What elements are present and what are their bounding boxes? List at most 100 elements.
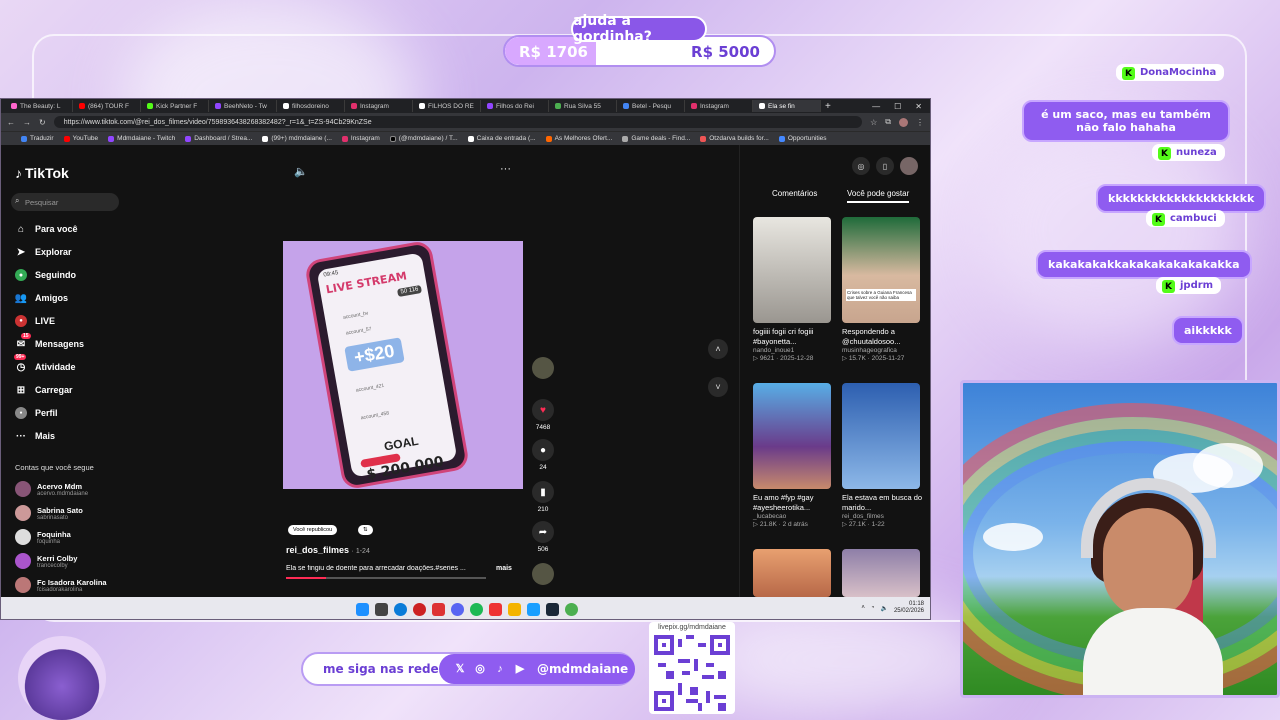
- bookmark-item[interactable]: Traduzir: [21, 135, 54, 142]
- bookmark-item[interactable]: Otzdarva builds for...: [700, 135, 769, 142]
- like-button[interactable]: ♥ 7468: [530, 399, 556, 431]
- cat-mascot-logo: [18, 636, 106, 720]
- bookmark-item[interactable]: YouTube: [63, 135, 98, 142]
- suggestion-thumbnail[interactable]: Crises sobre a Guiana Francesa que talve…: [842, 217, 920, 323]
- tab-you-may-like[interactable]: Você pode gostar: [847, 189, 910, 203]
- back-icon[interactable]: ←: [7, 118, 15, 127]
- comment-button[interactable]: ● 24: [530, 439, 556, 471]
- new-tab-icon[interactable]: +: [825, 101, 831, 112]
- minimize-icon[interactable]: —: [872, 102, 880, 111]
- chrome-icon[interactable]: [564, 602, 578, 616]
- repost-icon[interactable]: ⇅: [358, 525, 373, 535]
- music-disc[interactable]: [530, 563, 556, 588]
- close-icon[interactable]: ✕: [915, 102, 922, 111]
- video-player[interactable]: 09:45 LIVE STREAM 50 116 account_bv acco…: [283, 241, 523, 489]
- bookmark-item[interactable]: Instagram: [341, 135, 380, 142]
- maximize-icon[interactable]: ☐: [894, 102, 901, 111]
- volume-icon[interactable]: 🔈: [294, 165, 308, 178]
- creator-avatar[interactable]: [530, 357, 556, 382]
- browser-tab[interactable]: Instagram: [345, 100, 413, 112]
- save-button[interactable]: ▮ 210: [530, 481, 556, 513]
- windows-start-icon[interactable]: [355, 602, 369, 616]
- browser-tab[interactable]: Instagram: [685, 100, 753, 112]
- next-video-button[interactable]: ˅: [708, 377, 728, 397]
- suggestion-thumbnail[interactable]: [753, 217, 831, 323]
- edge-icon[interactable]: [393, 602, 407, 616]
- steam-icon[interactable]: [545, 602, 559, 616]
- bookmark-item[interactable]: (@mdmdaiane) / T...: [389, 135, 458, 142]
- forward-icon[interactable]: →: [23, 118, 31, 127]
- video-author[interactable]: rei_dos_filmes · 1-24: [286, 545, 370, 555]
- browser-tab[interactable]: Filhos do Rei: [481, 100, 549, 112]
- browser-tab[interactable]: Kick Partner F: [141, 100, 209, 112]
- bookmark-item[interactable]: Caixa de entrada (...: [467, 135, 536, 142]
- suggestion-card[interactable]: Ela estava em busca do marido... rei_dos_…: [842, 493, 924, 529]
- suggestion-thumbnail[interactable]: [753, 549, 831, 597]
- device-icon[interactable]: ▯: [876, 157, 894, 175]
- app-icon[interactable]: [431, 602, 445, 616]
- bookmark-item[interactable]: Opportunities: [778, 135, 827, 142]
- bookmark-item[interactable]: Dashboard / Strea...: [185, 135, 252, 142]
- more-options-icon[interactable]: ···: [500, 163, 511, 175]
- bookmark-item[interactable]: Game deals - Find...: [622, 135, 690, 142]
- store-icon[interactable]: [526, 602, 540, 616]
- browser-tab[interactable]: BeehNeto - Tw: [209, 100, 277, 112]
- tray-chevron-icon[interactable]: ˄: [861, 605, 865, 611]
- volume-icon[interactable]: 🔈: [880, 605, 887, 612]
- nav-activity[interactable]: ◷ 99+ Atividade: [14, 354, 125, 373]
- bookmark-item[interactable]: (99+) mdmdaiane (...: [262, 135, 332, 142]
- nav-explore[interactable]: ➤ Explorar: [15, 246, 125, 258]
- clock[interactable]: 01:18 25/02/2026: [894, 601, 924, 615]
- suggestion-thumbnail[interactable]: [753, 383, 831, 489]
- discord-icon[interactable]: [450, 602, 464, 616]
- nav-messages[interactable]: ✉ 15 Mensagens: [15, 333, 125, 350]
- nav-upload[interactable]: ⊞ Carregar: [15, 384, 125, 396]
- browser-tab[interactable]: FILHOS DO RE: [413, 100, 481, 112]
- browser-tab-active[interactable]: Ela se fin: [753, 100, 821, 112]
- bookmark-item[interactable]: Mdmdaiane - Twitch: [108, 135, 175, 142]
- extensions-icon[interactable]: ⧉: [885, 117, 891, 127]
- browser-tab[interactable]: Rua Silva 55: [549, 100, 617, 112]
- more-caption-link[interactable]: mais: [496, 565, 512, 572]
- video-progress-bar[interactable]: [286, 577, 486, 579]
- suggestion-card[interactable]: Respondendo a @chuutaldosoo... musinhageo…: [842, 327, 924, 363]
- suggestion-thumbnail[interactable]: [842, 549, 920, 597]
- profile-avatar[interactable]: [900, 157, 918, 175]
- app-icon[interactable]: [488, 602, 502, 616]
- folder-icon[interactable]: [507, 602, 521, 616]
- tab-comments[interactable]: Comentários: [772, 189, 817, 198]
- search-input[interactable]: ⌕ Pesquisar: [11, 193, 119, 211]
- suggestion-card[interactable]: fogiiii fogii cri fogiii #bayonetta... na…: [753, 327, 835, 363]
- reload-icon[interactable]: ↻: [39, 118, 46, 127]
- nav-profile[interactable]: ● Perfil: [15, 407, 125, 419]
- browser-tab[interactable]: The Beauty: L: [5, 100, 73, 112]
- star-icon[interactable]: ☆: [870, 118, 877, 127]
- obs-icon[interactable]: [412, 602, 426, 616]
- spotify-icon[interactable]: [469, 602, 483, 616]
- following-item[interactable]: Acervo Mdm acervo.mdmdaiane: [15, 481, 125, 497]
- browser-tab[interactable]: Betel - Pesqu: [617, 100, 685, 112]
- nav-friends[interactable]: 👥 Amigos: [15, 292, 125, 304]
- share-button[interactable]: ➦ 506: [530, 521, 556, 553]
- browser-tab[interactable]: (864) TOUR F: [73, 100, 141, 112]
- profile-avatar[interactable]: [899, 117, 908, 127]
- following-item[interactable]: Foquinha foquinha: [15, 529, 125, 545]
- nav-for-you[interactable]: ⌂ Para você: [15, 223, 125, 235]
- tiktok-logo[interactable]: ♪ TikTok: [15, 165, 69, 181]
- nav-live[interactable]: ● LIVE: [15, 315, 125, 327]
- url-field[interactable]: https://www.tiktok.com/@rei_dos_filmes/v…: [53, 116, 863, 128]
- nav-more[interactable]: ··· Mais: [15, 430, 125, 442]
- browser-tab[interactable]: filhosdoreino: [277, 100, 345, 112]
- following-item[interactable]: Kerri Colby trancecolby: [15, 553, 125, 569]
- settings-icon[interactable]: ◎: [852, 157, 870, 175]
- bookmark-item[interactable]: As Melhores Ofert...: [545, 135, 612, 142]
- menu-icon[interactable]: ⋮: [916, 118, 924, 127]
- task-view-icon[interactable]: [374, 602, 388, 616]
- following-item[interactable]: Sabrina Sato sabrinasato: [15, 505, 125, 521]
- nav-following[interactable]: ● Seguindo: [15, 269, 125, 281]
- following-item[interactable]: Fc Isadora Karolina fcisadorakarolina: [15, 577, 125, 593]
- previous-video-button[interactable]: ˄: [708, 339, 728, 359]
- wifi-icon[interactable]: ◔: [871, 605, 875, 611]
- suggestion-thumbnail[interactable]: [842, 383, 920, 489]
- suggestion-card[interactable]: Eu amo #fyp #gay #ayesheerotika... _lucab…: [753, 493, 835, 529]
